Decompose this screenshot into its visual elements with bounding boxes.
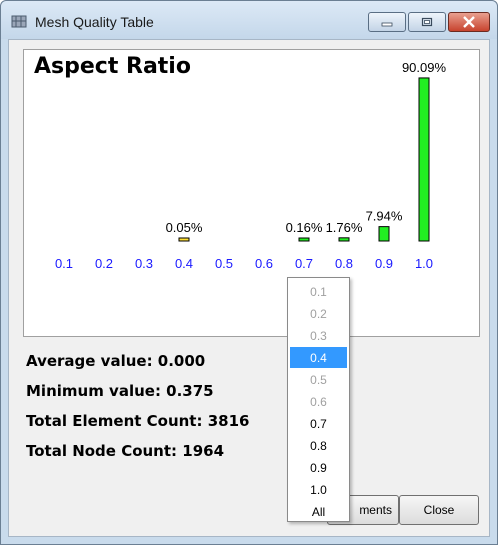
x-tick-0.1: 0.1 — [55, 256, 73, 271]
bar-label-1.0: 90.09% — [402, 60, 447, 75]
bar-0.9 — [378, 226, 390, 242]
dropdown-option-0-9[interactable]: 0.9 — [290, 457, 347, 478]
x-tick-0.5: 0.5 — [215, 256, 233, 271]
minimize-button[interactable] — [368, 12, 406, 32]
close-window-button[interactable] — [448, 12, 490, 32]
bar-0.8 — [338, 237, 350, 242]
x-tick-0.9: 0.9 — [375, 256, 393, 271]
minimize-icon — [381, 22, 393, 27]
node-count-label: Total Node Count: 1964 — [26, 442, 225, 460]
window-title: Mesh Quality Table — [35, 14, 154, 30]
dropdown-option-0-7[interactable]: 0.7 — [290, 413, 347, 434]
x-tick-0.4: 0.4 — [175, 256, 193, 271]
mesh-quality-window: Mesh Quality Table 0.1 0.2 0.3 0.05% 0.4 0.5 0… — [0, 0, 498, 545]
dropdown-option-0-8[interactable]: 0.8 — [290, 435, 347, 456]
aspect-ratio-chart: 0.1 0.2 0.3 0.05% 0.4 0.5 0.6 0.16% 0.7 1.76% 0.8 7… — [23, 49, 480, 337]
bar-label-0.9: 7.94% — [366, 209, 403, 224]
x-tick-0.6: 0.6 — [255, 256, 273, 271]
dropdown-option-0-3: 0.3 — [310, 328, 327, 343]
mesh-app-icon — [11, 15, 27, 28]
x-tick-0.7: 0.7 — [295, 256, 313, 271]
maximize-icon — [421, 17, 433, 27]
x-tick-0.3: 0.3 — [135, 256, 153, 271]
x-tick-0.8: 0.8 — [335, 256, 353, 271]
bar-label-0.8: 1.76% — [326, 220, 363, 235]
dropdown-option-0-4[interactable]: 0.4 — [290, 347, 347, 368]
minimum-value-label: Minimum value: 0.375 — [26, 382, 214, 400]
element-count-label: Total Element Count: 3816 — [26, 412, 250, 430]
dropdown-option-0-6: 0.6 — [310, 394, 327, 409]
bar-label-0.7: 0.16% — [286, 220, 323, 235]
client-area: 0.1 0.2 0.3 0.05% 0.4 0.5 0.6 0.16% 0.7 1.76% 0.8 7… — [8, 39, 490, 537]
chart-canvas: 0.1 0.2 0.3 0.05% 0.4 0.5 0.6 0.16% 0.7 1.76% 0.8 7… — [55, 60, 447, 271]
maximize-button[interactable] — [408, 12, 446, 32]
title-bar[interactable]: Mesh Quality Table — [1, 1, 497, 39]
bar-0.7 — [298, 237, 310, 242]
average-value-label: Average value: 0.000 — [26, 352, 206, 370]
dropdown-option-0-1: 0.1 — [310, 284, 327, 299]
x-tick-1.0: 1.0 — [415, 256, 433, 271]
close-icon — [463, 16, 475, 28]
close-button[interactable]: Close — [399, 495, 479, 525]
dropdown-option-1-0[interactable]: 1.0 — [290, 479, 347, 500]
bar-label-0.4: 0.05% — [166, 220, 203, 235]
bar-0.4 — [178, 237, 190, 242]
dropdown-option-all[interactable]: All — [290, 501, 347, 522]
threshold-dropdown-list[interactable]: 0.1 0.2 0.3 0.4 0.5 0.6 0.7 0.8 0.9 1.0 All — [287, 277, 350, 522]
dropdown-option-0-5: 0.5 — [310, 372, 327, 387]
x-tick-0.2: 0.2 — [95, 256, 113, 271]
chart-title: Aspect Ratio — [34, 54, 191, 79]
bar-1.0 — [418, 77, 430, 242]
dropdown-option-0-2: 0.2 — [310, 306, 327, 321]
